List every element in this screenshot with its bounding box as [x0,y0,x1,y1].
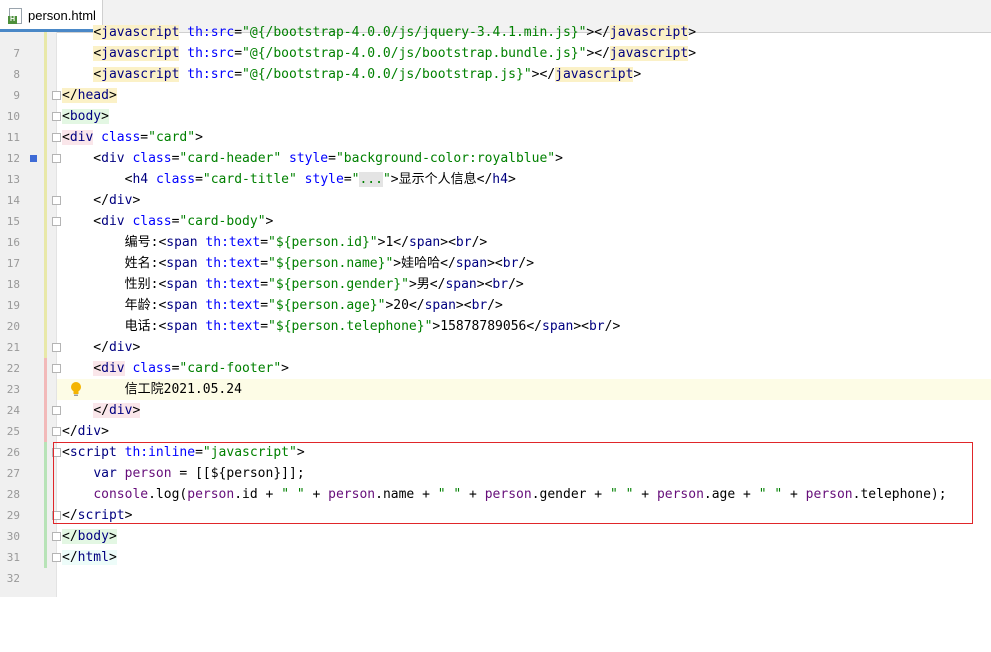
color-preview-icon[interactable] [30,155,37,162]
code-line-7: 7 <javascript th:src="@{/bootstrap-4.0.0… [13,25,697,60]
code-line-17: 17 编号:<span th:text="${person.id}">1</sp… [6,235,488,270]
fold-marker[interactable] [52,133,61,142]
fold-marker[interactable] [52,343,61,352]
code-line-28: 28 var person = [[${person}]]; [6,466,305,501]
fold-marker[interactable] [52,553,61,562]
code-line-25: 25 </div> [6,403,141,438]
code-line-12: 12 <div class="card"> [6,130,203,165]
fold-marker[interactable] [52,154,61,163]
code-line-13: 13 <div class="card-header" style="backg… [6,151,563,186]
code-line-22: 22 </div> [6,340,141,375]
code-editor[interactable]: 7 <javascript th:src="@{/bootstrap-4.0.0… [0,25,991,597]
code-line-19: 19 性别:<span th:text="${person.gender}">男… [6,277,524,312]
code-line-14: 14 <h4 class="card-title" style="...">显示… [6,172,516,207]
code-line-27: 27 <script th:inline="javascript"> [6,445,305,480]
code-line-10: 10 </head> [6,88,117,123]
code-line-8: 8 <javascript th:src="@{/bootstrap-4.0.0… [13,46,697,81]
code-line-29: 29 console.log(person.id + " " + person.… [6,487,947,522]
fold-marker[interactable] [52,427,61,436]
code-line-24: 24 信工院2021.05.24 [6,382,242,417]
code-line-26: 26 </div> [6,424,109,459]
fold-marker[interactable] [52,112,61,121]
code-line-21: 21 电话:<span th:text="${person.telephone}… [6,319,621,354]
fold-marker[interactable] [52,448,61,457]
fold-marker[interactable] [52,217,61,226]
code-line-32: 32 </html> [6,550,117,585]
fold-marker[interactable] [52,364,61,373]
code-line-15: 15 </div> [6,193,141,228]
code-line-18: 18 姓名:<span th:text="${person.name}">娃哈哈… [6,256,535,291]
code-line-30: 30 </script> [6,508,133,543]
code-line-9: 9 <javascript th:src="@{/bootstrap-4.0.0… [13,67,642,102]
fold-marker[interactable] [52,196,61,205]
fold-marker[interactable] [52,406,61,415]
code-line-31: 31 </body> [6,529,117,564]
fold-marker[interactable] [52,532,61,541]
fold-marker[interactable] [52,511,61,520]
fold-marker[interactable] [52,91,61,100]
tab-label: person.html [28,8,96,23]
code-line-23: 23 <div class="card-footer"> [6,361,289,396]
code-line-16: 16 <div class="card-body"> [6,214,274,249]
code-line-20: 20 年龄:<span th:text="${person.age}">20</… [6,298,503,333]
code-line-11: 11 <body> [6,109,109,144]
